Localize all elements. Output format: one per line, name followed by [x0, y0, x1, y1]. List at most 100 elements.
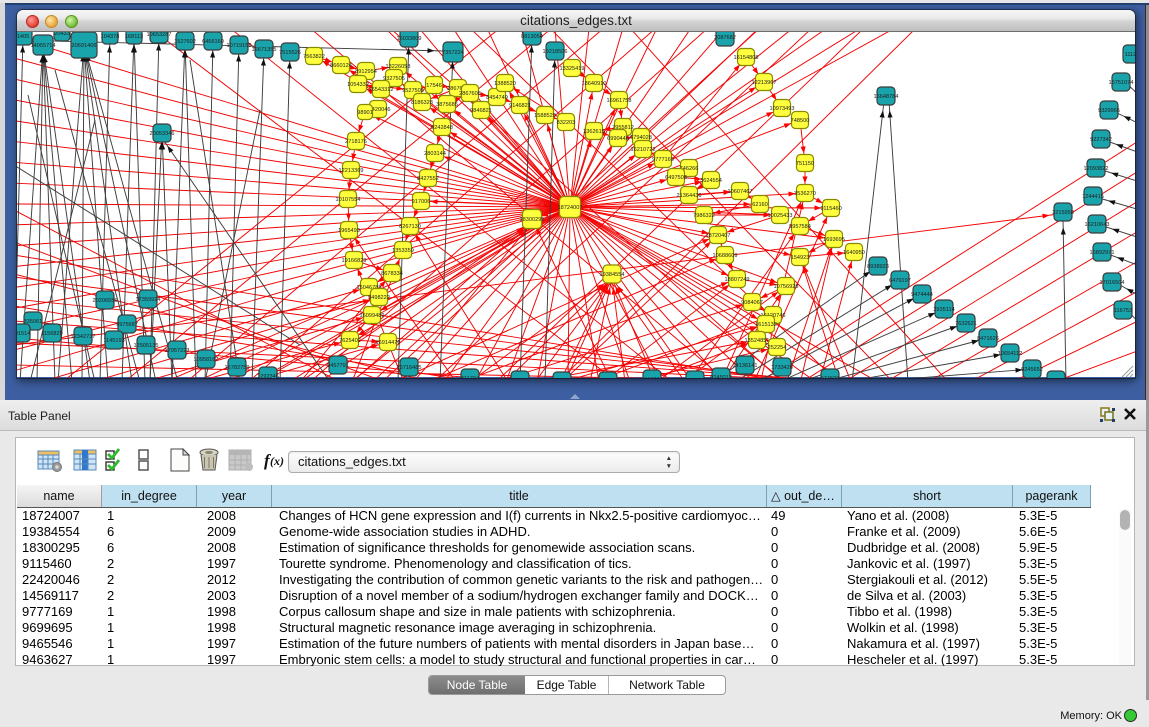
- svg-text:751150: 751150: [796, 161, 814, 167]
- svg-text:1527602: 1527602: [174, 39, 196, 45]
- svg-text:8471626: 8471626: [977, 336, 999, 342]
- svg-text:98901: 98901: [357, 110, 373, 116]
- svg-text:104378: 104378: [101, 34, 120, 40]
- svg-text:154923: 154923: [791, 255, 810, 261]
- svg-text:7986322: 7986322: [693, 213, 715, 219]
- svg-text:19218506: 19218506: [543, 49, 568, 55]
- svg-text:18640910: 18640910: [582, 81, 607, 87]
- svg-text:19384554: 19384554: [600, 272, 625, 278]
- svg-text:12213369: 12213369: [339, 168, 364, 174]
- svg-text:2718176: 2718176: [345, 139, 367, 145]
- svg-text:8938923: 8938923: [867, 264, 889, 270]
- svg-text:8678334: 8678334: [381, 271, 403, 277]
- svg-text:17016504: 17016504: [1100, 280, 1125, 286]
- svg-text:6479197: 6479197: [889, 278, 911, 284]
- svg-text:1733426: 1733426: [771, 365, 793, 371]
- svg-text:62160: 62160: [752, 202, 768, 208]
- svg-text:252254: 252254: [768, 345, 787, 351]
- svg-text:(x): (x): [270, 454, 284, 468]
- svg-text:7563822: 7563822: [303, 54, 325, 60]
- svg-text:12505135: 12505135: [134, 343, 159, 349]
- svg-text:17957223: 17957223: [165, 348, 190, 354]
- svg-text:9227342: 9227342: [1090, 137, 1112, 143]
- svg-text:3624554: 3624554: [700, 178, 722, 184]
- svg-text:832203: 832203: [557, 120, 576, 126]
- svg-text:9457791: 9457791: [327, 363, 349, 369]
- svg-text:14055714: 14055714: [31, 43, 56, 49]
- svg-text:811704: 811704: [461, 376, 479, 378]
- svg-text:16543312: 16543312: [369, 87, 394, 93]
- svg-text:6497508: 6497508: [665, 175, 687, 181]
- svg-text:16961758: 16961758: [607, 98, 632, 104]
- svg-text:6990446: 6990446: [607, 136, 629, 142]
- svg-text:9474444: 9474444: [911, 292, 933, 298]
- svg-text:1615132: 1615132: [755, 322, 777, 328]
- svg-text:9084067: 9084067: [741, 300, 763, 306]
- svg-text:16099489: 16099489: [360, 313, 385, 319]
- svg-text:1588520: 1588520: [534, 113, 556, 119]
- svg-text:16154808: 16154808: [734, 55, 759, 61]
- svg-text:116753: 116753: [1114, 308, 1132, 314]
- svg-text:2867608: 2867608: [459, 91, 481, 97]
- svg-text:10756928: 10756928: [774, 284, 799, 290]
- svg-text:168113: 168113: [125, 34, 143, 40]
- svg-text:8186328: 8186328: [411, 100, 433, 106]
- svg-text:10107554: 10107554: [336, 197, 361, 203]
- svg-text:51520: 51520: [644, 377, 660, 378]
- svg-text:8267130: 8267130: [399, 224, 421, 230]
- svg-text:9777169: 9777169: [652, 157, 674, 163]
- svg-text:20053346: 20053346: [150, 131, 175, 137]
- svg-text:16210643: 16210643: [1085, 222, 1110, 228]
- svg-text:15892971: 15892971: [1090, 250, 1115, 256]
- svg-text:9146821: 9146821: [509, 103, 531, 109]
- svg-text:1292346: 1292346: [257, 374, 279, 378]
- svg-text:7357224: 7357224: [442, 50, 464, 56]
- svg-text:391514: 391514: [17, 331, 30, 337]
- svg-text:7625402: 7625402: [339, 338, 361, 344]
- svg-text:13524851: 13524851: [745, 338, 770, 344]
- svg-text:10958167: 10958167: [194, 357, 219, 363]
- svg-text:1965493: 1965493: [338, 228, 360, 234]
- svg-text:20691406: 20691406: [72, 43, 97, 49]
- svg-text:917006: 917006: [412, 199, 431, 205]
- svg-text:1353359: 1353359: [392, 248, 414, 254]
- svg-text:10025433: 10025433: [768, 213, 793, 219]
- svg-text:2803144: 2803144: [424, 151, 446, 157]
- svg-text:16210722: 16210722: [631, 147, 656, 153]
- svg-text:12093822: 12093822: [1084, 166, 1109, 172]
- svg-text:3536270: 3536270: [794, 191, 816, 197]
- svg-text:6466160: 6466160: [202, 39, 224, 45]
- svg-text:10607467: 10607467: [728, 189, 753, 195]
- svg-text:10688609: 10688609: [713, 253, 738, 259]
- svg-text:16671355: 16671355: [252, 47, 277, 53]
- svg-text:748500: 748500: [791, 118, 810, 124]
- svg-text:16648784: 16648784: [874, 94, 899, 100]
- svg-text:18807249: 18807249: [725, 277, 750, 283]
- svg-text:9846821: 9846821: [470, 108, 492, 114]
- svg-text:7515526: 7515526: [279, 50, 301, 56]
- svg-text:18724007: 18724007: [558, 205, 583, 211]
- svg-text:3215958: 3215958: [1052, 210, 1074, 216]
- svg-text:21364436: 21364436: [677, 193, 702, 199]
- svg-text:9957584: 9957584: [789, 224, 811, 230]
- svg-text:9245652: 9245652: [1021, 367, 1043, 373]
- svg-text:16033809: 16033809: [397, 36, 422, 42]
- svg-text:10973493: 10973493: [770, 106, 795, 112]
- svg-text:14136141: 14136141: [733, 363, 758, 369]
- svg-text:9329965: 9329965: [1098, 108, 1120, 114]
- svg-text:12342737: 12342737: [71, 334, 96, 340]
- svg-text:8813054: 8813054: [521, 34, 543, 40]
- svg-text:8912954: 8912954: [355, 69, 377, 75]
- svg-text:1145193: 1145193: [103, 338, 124, 344]
- svg-text:15751074: 15751074: [1109, 80, 1134, 86]
- svg-text:9245012: 9245012: [710, 375, 732, 378]
- svg-text:16782759: 16782759: [225, 365, 250, 371]
- svg-text:20206556: 20206556: [93, 298, 118, 304]
- svg-text:1156829: 1156829: [41, 331, 62, 337]
- svg-text:8454749: 8454749: [486, 95, 508, 101]
- svg-text:12213967: 12213967: [752, 80, 777, 86]
- svg-text:3498222: 3498222: [368, 295, 390, 301]
- svg-text:9115460: 9115460: [820, 206, 841, 212]
- svg-text:8427552: 8427552: [417, 176, 439, 182]
- svg-text:1405: 1405: [17, 34, 29, 40]
